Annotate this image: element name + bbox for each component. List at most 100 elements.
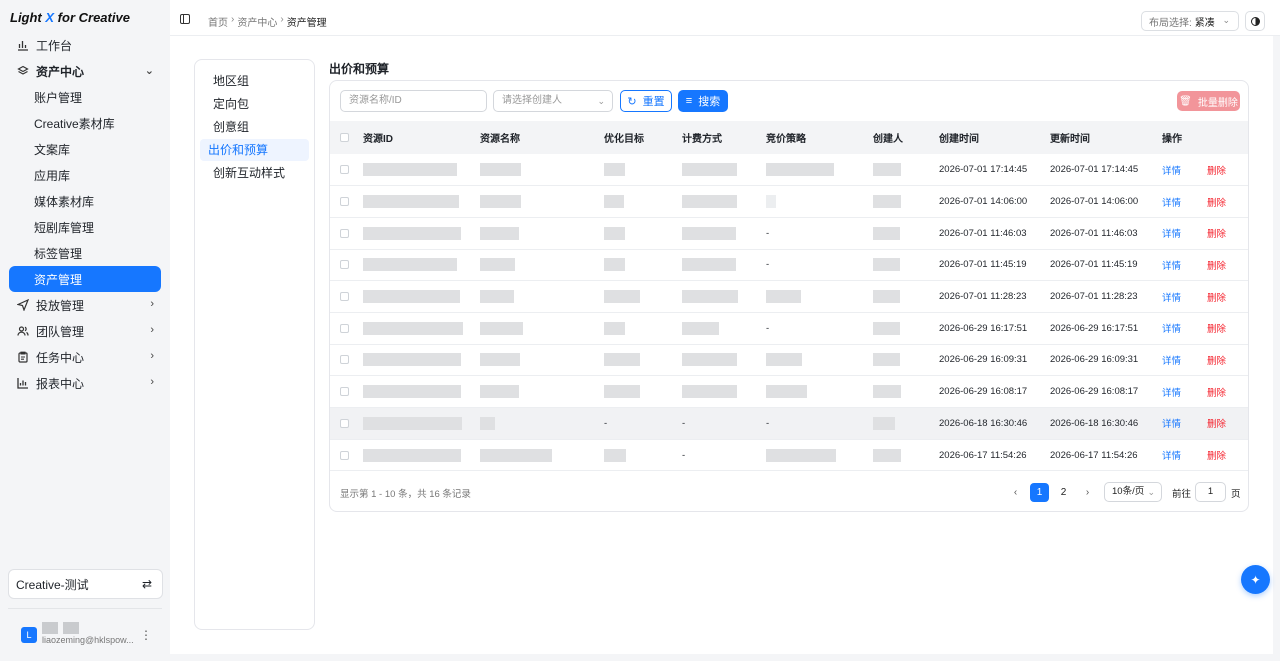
redacted-bid <box>766 195 776 209</box>
nav-item-team[interactable]: 团队管理 › <box>0 318 170 344</box>
user-email: liaozeming@hklspow... <box>42 635 134 645</box>
chevron-right-icon: › <box>231 14 235 25</box>
redacted-goal <box>604 448 626 462</box>
breadcrumb-home[interactable]: 首页 <box>208 14 228 29</box>
sidebar-item-media-library[interactable]: 媒体素材库 <box>0 188 170 214</box>
asset-menu-targeting-package[interactable]: 定向包 <box>200 93 309 115</box>
creator-select[interactable]: 请选择创建人 ⌄ <box>493 90 613 112</box>
sidebar-toggle-icon[interactable] <box>180 14 190 24</box>
delete-link[interactable]: 删除 <box>1207 293 1226 304</box>
delete-link[interactable]: 删除 <box>1207 324 1226 335</box>
delete-link[interactable]: 删除 <box>1207 356 1226 367</box>
row-checkbox[interactable] <box>340 260 349 270</box>
table-row: - 2026-07-01 11:45:19 2026-07-01 11:45:1… <box>330 249 1248 281</box>
nav-item-delivery[interactable]: 投放管理 › <box>0 292 170 318</box>
detail-link[interactable]: 详情 <box>1162 324 1181 335</box>
detail-link[interactable]: 详情 <box>1162 451 1181 462</box>
chevron-right-icon[interactable]: › <box>1078 483 1097 502</box>
asset-menu-creative-group[interactable]: 创意组 <box>200 116 309 138</box>
asset-menu-interactive-style[interactable]: 创新互动样式 <box>200 162 309 184</box>
breadcrumb-asset-center[interactable]: 资产中心 <box>237 14 277 29</box>
row-checkbox[interactable] <box>340 450 349 460</box>
redacted-goal <box>604 321 625 335</box>
nav-menu: 工作台 资产中心 ⌄ 账户管理 Creative素材库 文案库 应用库 媒体素材… <box>0 32 170 396</box>
redacted-creator <box>873 195 901 209</box>
table-row: - 2026-07-01 11:46:03 2026-07-01 11:46:0… <box>330 217 1248 250</box>
detail-link[interactable]: 详情 <box>1162 229 1181 240</box>
nav-item-tasks[interactable]: 任务中心 › <box>0 344 170 370</box>
chevron-left-icon[interactable]: ‹ <box>1006 483 1025 502</box>
detail-link[interactable]: 详情 <box>1162 261 1181 272</box>
sidebar-item-tags[interactable]: 标签管理 <box>0 240 170 266</box>
sidebar-item-copy-library[interactable]: 文案库 <box>0 136 170 162</box>
select-all-checkbox[interactable] <box>340 132 349 142</box>
detail-link[interactable]: 详情 <box>1162 388 1181 399</box>
row-checkbox[interactable] <box>340 165 349 175</box>
updated-at: 2026-06-29 16:08:17 <box>1050 386 1139 398</box>
created-at: 2026-07-01 11:46:03 <box>939 227 1027 239</box>
sidebar-item-creative-library[interactable]: Creative素材库 <box>0 110 170 136</box>
search-button[interactable]: ≡ 搜索 <box>678 90 728 112</box>
page-2-button[interactable]: 2 <box>1054 483 1073 502</box>
avatar[interactable]: L <box>21 627 37 643</box>
redacted-creator <box>873 448 901 462</box>
row-checkbox[interactable] <box>340 387 349 397</box>
redacted-goal <box>604 195 624 209</box>
page-1-button[interactable]: 1 <box>1030 482 1049 502</box>
chevron-right-icon: › <box>150 376 154 388</box>
nav-item-asset-center[interactable]: 资产中心 ⌄ <box>0 58 170 84</box>
row-checkbox[interactable] <box>340 355 349 365</box>
detail-link[interactable]: 详情 <box>1162 419 1181 430</box>
created-at: 2026-06-18 16:30:46 <box>939 417 1028 429</box>
redacted-name <box>480 226 519 240</box>
nav-item-workbench[interactable]: 工作台 <box>0 32 170 58</box>
goto-page-input[interactable]: 1 <box>1195 482 1226 502</box>
detail-link[interactable]: 详情 <box>1162 293 1181 304</box>
delete-link[interactable]: 删除 <box>1207 198 1226 209</box>
row-checkbox[interactable] <box>340 292 349 302</box>
delete-link[interactable]: 删除 <box>1207 229 1226 240</box>
nav-item-reports[interactable]: 报表中心 › <box>0 370 170 396</box>
page-size-select[interactable]: 10条/页 ⌄ <box>1104 482 1162 502</box>
sidebar-item-asset-management[interactable]: 资产管理 <box>9 266 161 292</box>
row-checkbox[interactable] <box>340 323 349 333</box>
sidebar-item-app-library[interactable]: 应用库 <box>0 162 170 188</box>
asset-menu-region-group[interactable]: 地区组 <box>200 70 309 92</box>
delete-link[interactable]: 删除 <box>1207 261 1226 272</box>
col-resource-id: 资源ID <box>363 134 393 145</box>
redacted-billing <box>682 321 719 335</box>
reset-button[interactable]: ↻ 重置 <box>620 90 672 112</box>
chevron-down-icon: ⌄ <box>1147 487 1155 497</box>
created-at: 2026-06-29 16:08:17 <box>939 386 1028 398</box>
row-checkbox[interactable] <box>340 418 349 428</box>
tenant-switcher[interactable]: Creative-测试 ⇄ <box>8 569 163 599</box>
detail-link[interactable]: 详情 <box>1162 198 1181 209</box>
asset-menu-bid-budget[interactable]: 出价和预算 <box>200 139 309 161</box>
detail-link[interactable]: 详情 <box>1162 356 1181 367</box>
delete-link[interactable]: 删除 <box>1207 451 1226 462</box>
batch-delete-button[interactable]: 🗑 批量删除 <box>1177 91 1240 111</box>
row-checkbox[interactable] <box>340 197 349 207</box>
detail-link[interactable]: 详情 <box>1162 166 1181 177</box>
assistant-fab-button[interactable]: ✦ <box>1241 565 1270 594</box>
row-checkbox[interactable] <box>340 228 349 238</box>
redacted-bid <box>766 385 807 399</box>
resource-search-input[interactable]: 资源名称/ID <box>340 90 487 112</box>
layout-select[interactable]: 布局选择: 紧凑 ⌄ <box>1141 11 1239 31</box>
delete-link[interactable]: 删除 <box>1207 166 1226 177</box>
sidebar-item-short-drama[interactable]: 短剧库管理 <box>0 214 170 240</box>
delete-link[interactable]: 删除 <box>1207 419 1226 430</box>
more-vertical-icon[interactable]: ⋮ <box>140 628 152 642</box>
bid-strategy: - <box>766 259 770 271</box>
redacted-id <box>363 290 460 304</box>
created-at: 2026-07-01 11:28:23 <box>939 291 1027 303</box>
theme-toggle-button[interactable] <box>1245 11 1265 31</box>
section-title: 出价和预算 <box>329 62 390 76</box>
col-actions: 操作 <box>1162 134 1182 145</box>
sparkle-icon: ✦ <box>1250 572 1261 587</box>
redacted-goal <box>604 290 640 304</box>
delete-link[interactable]: 删除 <box>1207 388 1226 399</box>
redacted-billing <box>682 353 737 367</box>
updated-at: 2026-07-01 17:14:45 <box>1050 164 1139 176</box>
sidebar-item-accounts[interactable]: 账户管理 <box>0 84 170 110</box>
